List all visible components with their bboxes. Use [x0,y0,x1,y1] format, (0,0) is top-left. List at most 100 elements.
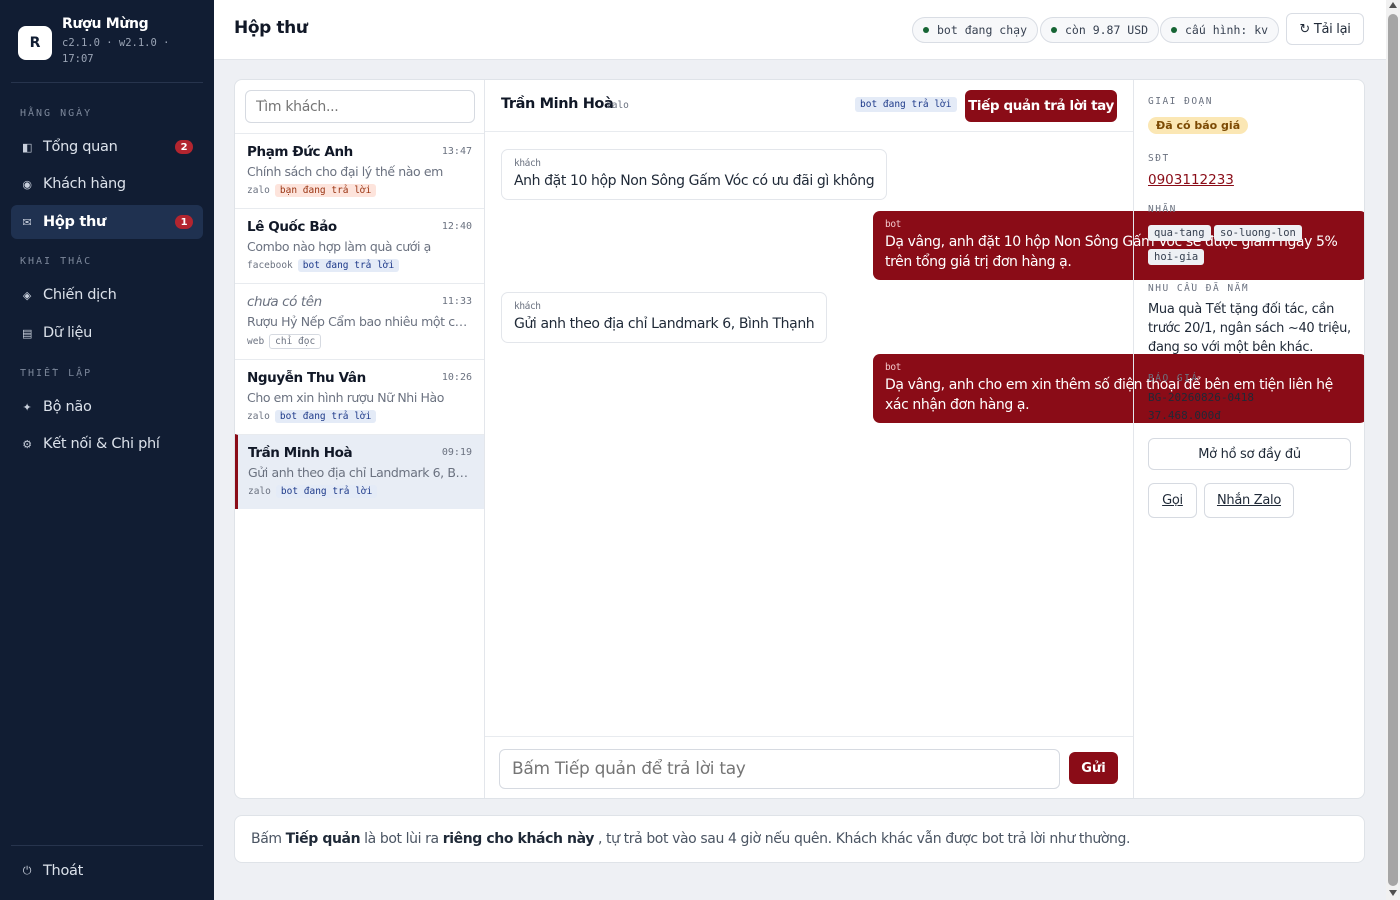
tag-chip: hoi-gia [1148,249,1205,265]
top-header: Hộp thư bot đang chạy còn 9.87 USD cấu h… [214,0,1386,60]
mail-icon: ✉ [22,215,32,229]
conversation-name: Lê Quốc Bảo [247,219,337,235]
status-text: còn 9.87 USD [1065,23,1149,37]
database-icon: ▤ [21,326,33,340]
sidebar-item-label: Kết nối & Chi phí [43,436,160,452]
conversation-time: 13:47 [441,146,472,157]
brand-name: Rượu Mừng [62,16,149,32]
conversation-list: Phạm Đức Anh 13:47 Chính sách cho đại lý… [235,80,485,798]
needs-text: Mua quà Tết tặng đối tác, cần trước 20/1… [1148,302,1351,355]
message-sender: khách [514,158,541,169]
open-profile-button[interactable]: Mở hồ sơ đầy đủ [1148,438,1351,470]
conversation-time: 12:40 [441,221,472,232]
brand: R Rượu Mừng c2.1.0 · w2.1.0 · 17:07 [18,16,198,74]
divider [11,845,203,846]
sidebar-item-customers[interactable]: ◉ Khách hàng [11,167,203,201]
status-badge: chỉ đọc [269,334,322,349]
brand-logo: R [18,26,52,60]
conversation-item-active[interactable]: Trần Minh Hoà 09:19 Gửi anh theo địa chỉ… [235,434,484,509]
conversation-preview: Chính sách cho đại lý thế nào em [247,164,443,179]
brand-version: c2.1.0 · w2.1.0 · 17:07 [62,37,170,65]
status-dot-icon [923,27,929,33]
conversation-preview: Rượu Hỷ Nếp Cẩm bao nhiêu một chai? [247,314,469,329]
sidebar-item-label: Khách hàng [43,176,126,192]
tag-chip: so-luong-lon [1214,225,1302,241]
sidebar-item-connections[interactable]: ⚙ Kết nối & Chi phí [11,427,203,461]
status-badge: bot đang trả lời [297,259,400,272]
tags-label: NHÃN [1148,204,1177,215]
status-badge: bot đang trả lời [275,485,378,498]
divider [11,82,203,83]
reload-button[interactable]: ↻ Tải lại [1286,13,1364,45]
reply-input[interactable] [499,749,1060,789]
conversation-meta: zalo bạn đang trả lời [247,184,377,197]
sidebar-item-overview[interactable]: ◧ Tổng quan 2 [11,130,203,164]
message-text: Gửi anh theo địa chỉ Landmark 6, Bình Th… [514,316,815,332]
conversation-item[interactable]: Phạm Đức Anh 13:47 Chính sách cho đại lý… [235,133,484,208]
status-dot-icon [1051,27,1057,33]
logout-button[interactable]: ⏻ Thoát [11,854,203,888]
channel-label: zalo [248,486,271,497]
status-badge: bot đang trả lời [855,97,957,112]
sidebar: R Rượu Mừng c2.1.0 · w2.1.0 · 17:07 HẰNG… [0,0,214,900]
status-text: cấu hình: kv [1185,23,1269,37]
notice-bold: Tiếp quản [285,831,361,847]
status-badge: bot đang trả lời [274,410,377,423]
customer-panel: GIAI ĐOẠN Đã có báo giá SĐT 0903112233 N… [1133,80,1364,798]
conversation-item[interactable]: Nguyễn Thu Vân 10:26 Cho em xin hình rượ… [235,359,484,434]
message-text: Anh đặt 10 hộp Non Sông Gấm Vóc có ưu đã… [514,173,875,189]
conversation-preview: Gửi anh theo địa chỉ Landmark 6, Bình Th… [248,465,470,480]
phone-link[interactable]: 0903112233 [1148,172,1234,188]
spark-icon: ✦ [22,400,32,414]
conversation-item[interactable]: chưa có tên 11:33 Rượu Hỷ Nếp Cẩm bao nh… [235,283,484,358]
conversation-preview: Combo nào hợp làm quà cưới ạ [247,239,431,254]
chat-channel: zalo [606,100,629,111]
conversation-time: 10:26 [441,372,472,383]
power-icon: ⏻ [22,864,32,877]
status-pill-config: cấu hình: kv [1160,17,1280,43]
scroll-down-icon[interactable] [1389,890,1397,896]
users-icon: ◉ [22,177,32,191]
takeover-button[interactable]: Tiếp quản trả lời tay [965,90,1117,122]
channel-label: facebook [247,260,293,271]
megaphone-icon: ◈ [22,288,32,302]
stage-badge: Đã có báo giá [1148,117,1249,134]
phone-label: SĐT [1148,153,1170,164]
conversation-meta: zalo bot đang trả lời [247,410,377,423]
sidebar-item-inbox[interactable]: ✉ Hộp thư 1 [11,205,203,239]
section-label-daily: HẰNG NGÀY [20,108,93,119]
gear-icon: ⚙ [22,437,32,451]
call-button[interactable]: Gọi [1148,483,1197,518]
notice-bold: riêng cho khách này [442,831,595,847]
zalo-button[interactable]: Nhắn Zalo [1204,483,1294,518]
page-title: Hộp thư [234,18,308,38]
sidebar-item-label: Dữ liệu [43,325,93,341]
conversation-preview: Cho em xin hình rượu Nữ Nhi Hào [247,390,444,405]
scroll-thumb[interactable] [1388,14,1398,886]
search-input[interactable] [245,90,475,123]
sidebar-item-label: Chiến dịch [43,287,117,303]
send-button[interactable]: Gửi [1069,752,1118,784]
sidebar-item-data[interactable]: ▤ Dữ liệu [11,316,203,350]
count-badge: 2 [175,140,193,154]
sidebar-item-brain[interactable]: ✦ Bộ não [11,390,203,424]
page-scrollbar[interactable] [1386,0,1400,900]
status-text: bot đang chạy [937,23,1028,37]
status-pill-balance: còn 9.87 USD [1040,17,1160,43]
composer: Gửi [485,736,1133,798]
quote-amount: 37.468.000đ [1148,409,1221,422]
notice-text: Bấm [251,831,282,847]
conversation-name: chưa có tên [247,294,322,310]
conversation-meta: web chỉ đọc [247,334,322,349]
grid-icon: ◧ [21,140,33,154]
status-pill-bot: bot đang chạy [912,17,1039,43]
section-label-settings: THIẾT LẬP [20,368,93,379]
stage-label: GIAI ĐOẠN [1148,96,1213,107]
conversation-item[interactable]: Lê Quốc Bảo 12:40 Combo nào hợp làm quà … [235,208,484,283]
conversation-time: 11:33 [441,296,472,307]
sidebar-item-campaigns[interactable]: ◈ Chiến dịch [11,278,203,312]
scroll-up-icon[interactable] [1389,2,1397,8]
needs-label: NHU CẦU ĐÃ NẮM [1148,283,1250,294]
channel-label: zalo [247,411,270,422]
conversation-name: Trần Minh Hoà [248,445,353,461]
